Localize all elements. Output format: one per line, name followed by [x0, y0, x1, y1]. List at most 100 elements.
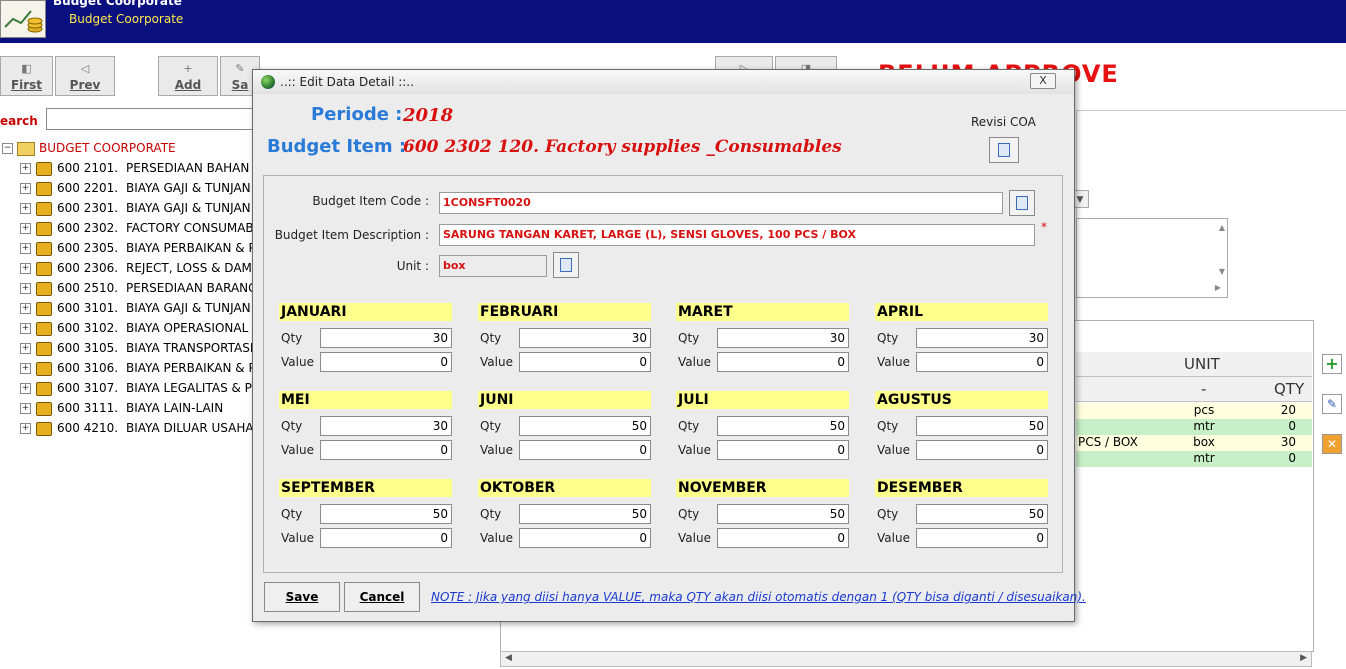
- qty-input[interactable]: 50: [916, 416, 1048, 436]
- qty-input[interactable]: 30: [916, 328, 1048, 348]
- tree-item[interactable]: +600 3107. BIAYA LEGALITAS & P: [20, 381, 252, 401]
- qty-input[interactable]: 50: [717, 504, 849, 524]
- value-input[interactable]: 0: [916, 440, 1048, 460]
- grid-horizontal-scrollbar[interactable]: ◀ ▶: [500, 651, 1312, 667]
- table-row[interactable]: mtr 0: [1076, 419, 1312, 435]
- value-input[interactable]: 0: [916, 352, 1048, 372]
- qty-input[interactable]: 30: [519, 328, 651, 348]
- scroll-right-icon[interactable]: ▶: [1215, 283, 1221, 292]
- tree-item[interactable]: +600 3102. BIAYA OPERASIONAL K: [20, 321, 260, 341]
- account-folder-icon: [36, 361, 52, 376]
- tree-item[interactable]: +600 3106. BIAYA PERBAIKAN & P: [20, 361, 256, 381]
- scroll-left-icon[interactable]: ◀: [505, 653, 512, 663]
- tree-item[interactable]: +600 2101. PERSEDIAAN BAHAN BA: [20, 161, 270, 181]
- value-input[interactable]: 0: [519, 352, 651, 372]
- value-input[interactable]: 0: [320, 528, 452, 548]
- budget-item-description-label: Budget Item Description :: [274, 228, 429, 242]
- value-input[interactable]: 0: [717, 528, 849, 548]
- delete-row-icon[interactable]: ✕: [1322, 434, 1342, 454]
- tree-item[interactable]: +600 2510. PERSEDIAAN BARANG J: [20, 281, 265, 301]
- expand-icon[interactable]: +: [20, 243, 31, 254]
- account-folder-icon: [36, 401, 52, 416]
- tree-item[interactable]: +600 2305. BIAYA PERBAIKAN & P: [20, 241, 256, 261]
- search-input[interactable]: [46, 108, 258, 130]
- value-input[interactable]: 0: [916, 528, 1048, 548]
- qty-input[interactable]: 50: [519, 416, 651, 436]
- tree-item-code: 600 3105.: [57, 341, 119, 355]
- add-row-icon[interactable]: +: [1322, 354, 1342, 374]
- expand-icon[interactable]: +: [20, 323, 31, 334]
- expand-icon[interactable]: +: [20, 403, 31, 414]
- scroll-right-icon[interactable]: ▶: [1300, 653, 1307, 663]
- expand-icon[interactable]: +: [20, 343, 31, 354]
- month-name: APRIL: [875, 303, 1048, 321]
- value-input[interactable]: 0: [320, 440, 452, 460]
- value-input[interactable]: 0: [717, 352, 849, 372]
- scroll-up-icon[interactable]: ▲: [1219, 223, 1225, 232]
- qty-input[interactable]: 50: [320, 504, 452, 524]
- tree-item-name: BIAYA PERBAIKAN & P: [126, 361, 256, 375]
- dialog-title: ..:: Edit Data Detail ::..: [280, 75, 414, 89]
- expand-icon[interactable]: +: [20, 423, 31, 434]
- expand-icon[interactable]: +: [20, 263, 31, 274]
- lookup-icon: [998, 143, 1010, 157]
- expand-icon[interactable]: +: [20, 283, 31, 294]
- lookup-icon: [1016, 196, 1028, 210]
- tree-item[interactable]: +600 3101. BIAYA GAJI & TUNJAN: [20, 301, 251, 321]
- table-row[interactable]: mtr 0: [1076, 451, 1312, 467]
- unit-field[interactable]: box: [439, 255, 547, 277]
- tree-item[interactable]: +600 2201. BIAYA GAJI & TUNJAN: [20, 181, 251, 201]
- value-label: Value: [877, 443, 910, 457]
- unit-lookup-button[interactable]: [553, 252, 579, 278]
- qty-input[interactable]: 30: [717, 328, 849, 348]
- close-button[interactable]: X: [1030, 73, 1056, 89]
- expand-icon[interactable]: +: [20, 203, 31, 214]
- account-folder-icon: [36, 161, 52, 176]
- tree-item[interactable]: +600 3105. BIAYA TRANSPORTASI: [20, 341, 253, 361]
- qty-input[interactable]: 30: [320, 416, 452, 436]
- value-input[interactable]: 0: [717, 440, 849, 460]
- save-button[interactable]: Save: [264, 582, 340, 612]
- tree-item[interactable]: +600 2306. REJECT, LOSS & DAMA: [20, 261, 260, 281]
- scroll-down-icon[interactable]: ▼: [1219, 267, 1225, 276]
- budget-item-description-field[interactable]: SARUNG TANGAN KARET, LARGE (L), SENSI GL…: [439, 224, 1035, 246]
- qty-input[interactable]: 30: [320, 328, 452, 348]
- revisi-coa-lookup-button[interactable]: [989, 137, 1019, 163]
- expand-icon[interactable]: +: [20, 223, 31, 234]
- value-input[interactable]: 0: [519, 528, 651, 548]
- table-row[interactable]: PCS / BOX box 30: [1076, 435, 1312, 451]
- tree-item[interactable]: +600 4210. BIAYA DILUAR USAHA.: [20, 421, 257, 441]
- edit-row-icon[interactable]: ✎: [1322, 394, 1342, 414]
- budget-item-code-field[interactable]: 1CONSFT0020: [439, 192, 1003, 214]
- table-row[interactable]: pcs 20: [1076, 403, 1312, 419]
- budget-item-code-lookup-button[interactable]: [1009, 190, 1035, 216]
- tree-item[interactable]: +600 2301. BIAYA GAJI & TUNJAN: [20, 201, 251, 221]
- app-logo-icon: [0, 0, 46, 38]
- value-input[interactable]: 0: [320, 352, 452, 372]
- value-label: Value: [877, 355, 910, 369]
- tree-root[interactable]: − BUDGET COORPORATE: [2, 141, 176, 156]
- globe-icon: [261, 75, 275, 89]
- qty-input[interactable]: 50: [916, 504, 1048, 524]
- first-button[interactable]: ◧ First: [0, 56, 53, 96]
- add-button[interactable]: + Add: [158, 56, 218, 96]
- collapse-icon[interactable]: −: [2, 143, 13, 154]
- tree-item[interactable]: +600 2302. FACTORY CONSUMABL: [20, 221, 260, 241]
- row-description: PCS / BOX: [1078, 435, 1138, 449]
- expand-icon[interactable]: +: [20, 163, 31, 174]
- expand-icon[interactable]: +: [20, 303, 31, 314]
- col-unit-header: UNIT: [1184, 355, 1220, 373]
- qty-input[interactable]: 50: [717, 416, 849, 436]
- expand-icon[interactable]: +: [20, 183, 31, 194]
- expand-icon[interactable]: +: [20, 363, 31, 374]
- month-name: FEBRUARI: [478, 303, 651, 321]
- tree-item-code: 600 3107.: [57, 381, 119, 395]
- notes-textarea[interactable]: ▲ ▼ ▶: [1076, 218, 1228, 298]
- row-unit: pcs: [1193, 403, 1215, 417]
- expand-icon[interactable]: +: [20, 383, 31, 394]
- tree-item[interactable]: +600 3111. BIAYA LAIN-LAIN: [20, 401, 223, 421]
- qty-input[interactable]: 50: [519, 504, 651, 524]
- cancel-button[interactable]: Cancel: [344, 582, 420, 612]
- value-input[interactable]: 0: [519, 440, 651, 460]
- prev-button[interactable]: ◁ Prev: [55, 56, 115, 96]
